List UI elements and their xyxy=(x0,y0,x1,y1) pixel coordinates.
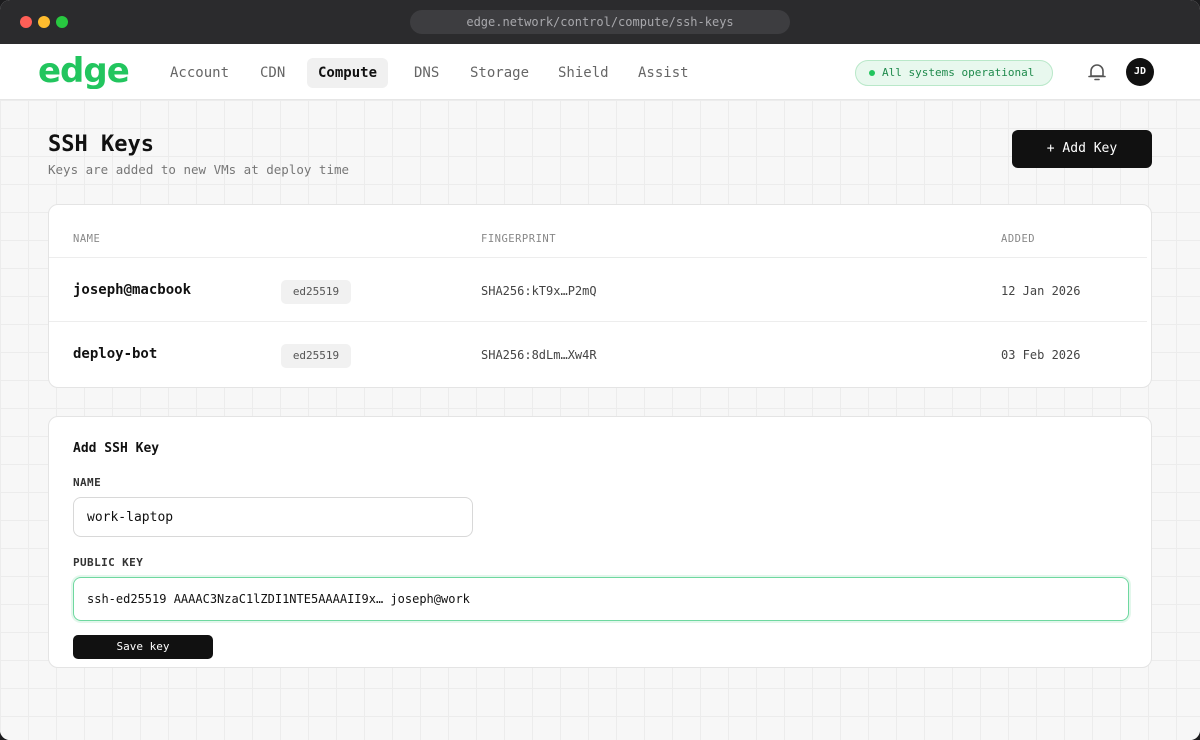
column-header-fingerprint: FINGERPRINT xyxy=(481,233,557,245)
key-fingerprint: SHA256:8dLm…Xw4R xyxy=(481,348,597,362)
browser-window: edge.network/control/compute/ssh-keys ed… xyxy=(0,0,1200,740)
system-status-text: All systems operational xyxy=(882,66,1035,79)
key-type-badge: ed25519 xyxy=(281,280,351,304)
address-bar[interactable]: edge.network/control/compute/ssh-keys xyxy=(410,10,790,34)
page-title: SSH Keys xyxy=(48,132,154,157)
key-name: deploy-bot xyxy=(73,346,158,362)
key-name: joseph@macbook xyxy=(73,282,192,298)
browser-titlebar: edge.network/control/compute/ssh-keys xyxy=(0,0,1200,44)
key-type-badge: ed25519 xyxy=(281,344,351,368)
tab-shield[interactable]: Shield xyxy=(547,58,620,88)
key-fingerprint: SHA256:kT9x…P2mQ xyxy=(481,284,597,298)
ssh-keys-table: NAME FINGERPRINT ADDED joseph@macbook ed… xyxy=(48,204,1152,388)
key-added-date: 03 Feb 2026 xyxy=(1001,348,1081,362)
form-title: Add SSH Key xyxy=(73,441,160,456)
key-name-input[interactable] xyxy=(73,497,473,537)
system-status-badge[interactable]: All systems operational xyxy=(855,60,1053,86)
user-avatar[interactable]: JD xyxy=(1126,58,1154,86)
main-content: SSH Keys Keys are added to new VMs at de… xyxy=(0,100,1200,740)
zoom-window-button[interactable] xyxy=(56,16,68,28)
key-added-date: 12 Jan 2026 xyxy=(1001,284,1081,298)
public-key-input[interactable] xyxy=(73,577,1129,621)
bell-icon[interactable] xyxy=(1086,61,1108,83)
table-row[interactable]: joseph@macbook ed25519 SHA256:kT9x…P2mQ … xyxy=(49,257,1147,321)
public-key-field-label: PUBLIC KEY xyxy=(73,556,144,569)
save-key-button[interactable]: Save key xyxy=(73,635,213,659)
tab-storage[interactable]: Storage xyxy=(459,58,540,88)
add-key-button[interactable]: + Add Key xyxy=(1012,130,1152,168)
tab-assist[interactable]: Assist xyxy=(627,58,700,88)
tab-compute[interactable]: Compute xyxy=(307,58,389,88)
tab-cdn[interactable]: CDN xyxy=(249,58,296,88)
tab-dns[interactable]: DNS xyxy=(403,58,450,88)
add-ssh-key-form: Add SSH Key NAME PUBLIC KEY Save key xyxy=(48,416,1152,668)
column-header-name: NAME xyxy=(73,233,101,245)
edge-logo[interactable]: edge xyxy=(38,55,130,89)
top-navbar: edge Account CDN Compute DNS Storage Shi… xyxy=(0,44,1200,100)
page-subtitle: Keys are added to new VMs at deploy time xyxy=(48,162,350,177)
tab-account[interactable]: Account xyxy=(159,58,240,88)
name-field-label: NAME xyxy=(73,476,102,489)
close-window-button[interactable] xyxy=(20,16,32,28)
logo-wordmark: edge xyxy=(38,55,129,89)
column-header-added: ADDED xyxy=(1001,233,1036,245)
table-row[interactable]: deploy-bot ed25519 SHA256:8dLm…Xw4R 03 F… xyxy=(49,321,1147,385)
minimize-window-button[interactable] xyxy=(38,16,50,28)
status-dot-icon xyxy=(869,70,875,76)
